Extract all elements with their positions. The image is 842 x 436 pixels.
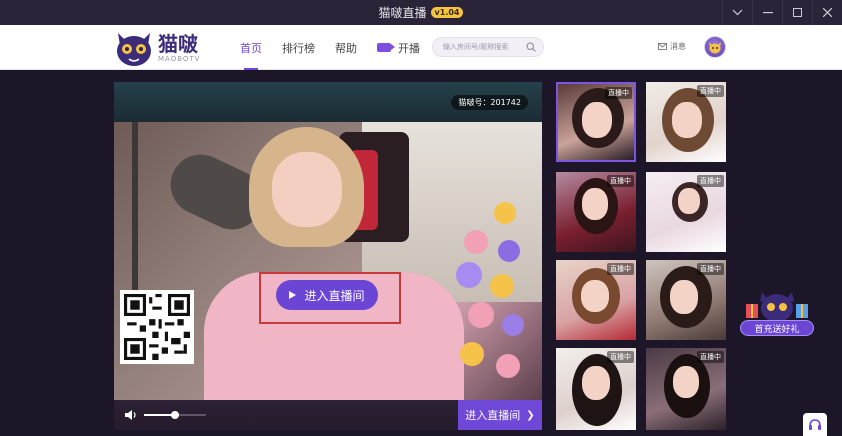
live-badge: 直播中 (607, 175, 634, 187)
nav-home-label: 首页 (240, 41, 262, 55)
title-bar: 猫啵直播 v1.04 (0, 0, 842, 25)
volume-slider[interactable] (144, 411, 206, 419)
main-header: 猫啵 MAOBOTV 首页 排行榜 帮助 开播 消息 (0, 25, 842, 70)
player-top-bar: 猫啵号：201742 (114, 82, 542, 124)
enter-live-label: 进入直播间 (304, 288, 365, 303)
window-title: 猫啵直播 (378, 6, 427, 20)
logo-text-cn: 猫啵 (158, 32, 198, 56)
camera-icon (377, 43, 395, 52)
nav-start-broadcast-label: 开播 (398, 41, 420, 55)
video-streamer-face (272, 152, 342, 227)
live-badge: 直播中 (605, 87, 632, 99)
enter-live-bar-label: 进入直播间 (465, 409, 521, 422)
stream-thumbnail[interactable]: 直播中 (556, 172, 636, 252)
messages-link[interactable]: 消息 (658, 41, 686, 52)
live-badge: 直播中 (697, 85, 724, 97)
stream-thumbnail[interactable]: 直播中 (646, 82, 726, 162)
enter-live-bar-button[interactable]: 进入直播间 ❯ (458, 400, 542, 430)
nav-help-label: 帮助 (335, 41, 357, 55)
minimize-icon[interactable] (752, 0, 782, 25)
search-icon[interactable] (526, 42, 536, 52)
stream-thumbnail[interactable]: 直播中 (556, 82, 636, 162)
video-balloons (454, 202, 534, 402)
close-icon[interactable] (812, 0, 842, 25)
search-box (432, 37, 544, 57)
customer-service-button[interactable] (803, 413, 827, 436)
nav-home[interactable]: 首页 (240, 25, 262, 70)
live-badge: 直播中 (607, 263, 634, 275)
volume-knob[interactable] (171, 411, 179, 419)
version-badge: v1.04 (430, 7, 464, 18)
volume-icon[interactable] (124, 408, 138, 422)
nav-ranking-label: 排行榜 (282, 41, 315, 55)
maximize-icon[interactable] (782, 0, 812, 25)
live-badge: 直播中 (607, 351, 634, 363)
main-nav: 首页 排行榜 帮助 开播 (240, 25, 440, 70)
play-icon (289, 291, 297, 299)
player-controls: 进入直播间 ❯ (114, 400, 542, 430)
stream-thumbnail[interactable]: 直播中 (556, 260, 636, 340)
qr-code-icon (124, 294, 190, 360)
live-badge: 直播中 (697, 351, 724, 363)
nav-ranking[interactable]: 排行榜 (282, 25, 315, 70)
headset-icon (809, 418, 821, 430)
window-controls (722, 0, 842, 25)
stream-thumbnail[interactable]: 直播中 (646, 172, 726, 252)
search-input[interactable] (443, 43, 527, 51)
user-cat-icon (709, 41, 721, 53)
avatar[interactable] (704, 36, 726, 58)
cat-logo-icon (117, 33, 151, 66)
live-badge: 直播中 (697, 175, 724, 187)
logo[interactable]: 猫啵 MAOBOTV (114, 29, 214, 67)
nav-help[interactable]: 帮助 (335, 25, 357, 70)
nav-start-broadcast[interactable]: 开播 (377, 25, 420, 70)
chevron-right-icon: ❯ (526, 409, 535, 421)
logo-text-en: MAOBOTV (158, 55, 201, 63)
promo-label: 首充送好礼 (740, 320, 814, 336)
live-badge: 直播中 (697, 263, 724, 275)
stream-thumbnail[interactable]: 直播中 (646, 260, 726, 340)
mail-icon (658, 43, 667, 50)
video-preview[interactable]: 进入直播间 (114, 122, 542, 404)
first-recharge-promo[interactable]: 首充送好礼 (740, 286, 814, 342)
messages-label: 消息 (670, 42, 686, 51)
stream-thumbnail[interactable]: 直播中 (646, 348, 726, 430)
live-player: 猫啵号：201742 进入直播间 进入直播间 ❯ (114, 82, 542, 430)
room-number-badge: 猫啵号：201742 (451, 95, 528, 110)
qr-code (120, 290, 194, 364)
chevron-down-icon[interactable] (722, 0, 752, 25)
enter-live-button[interactable]: 进入直播间 (276, 280, 378, 310)
stream-thumbnail[interactable]: 直播中 (556, 348, 636, 430)
